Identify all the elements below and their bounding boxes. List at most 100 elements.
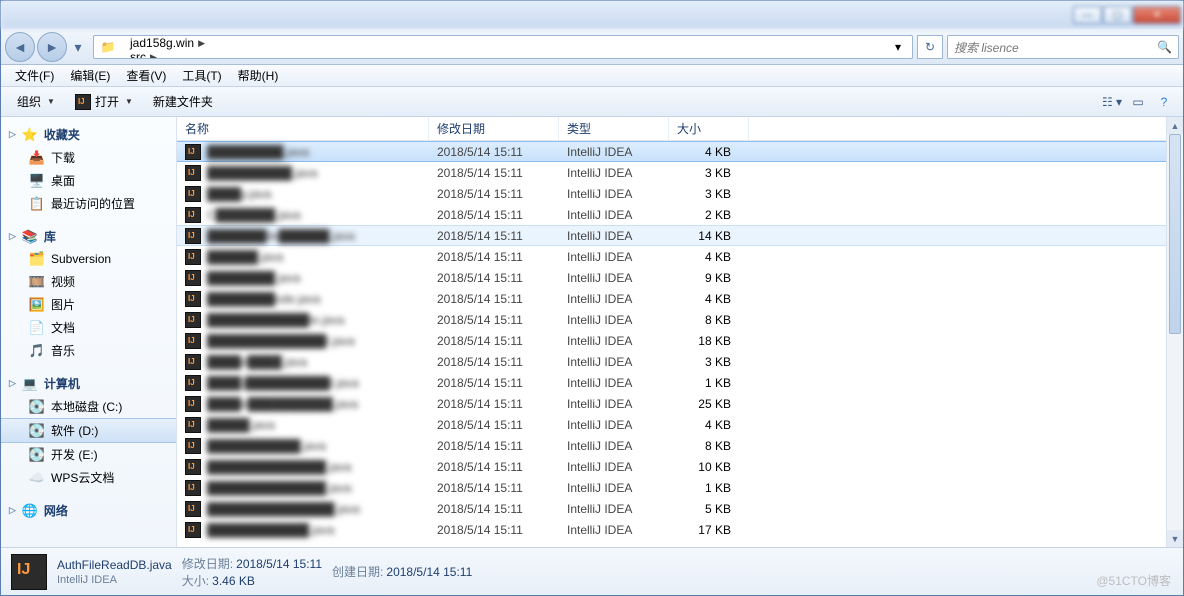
file-size: 9 KB bbox=[669, 271, 749, 285]
file-type: IntelliJ IDEA bbox=[559, 229, 669, 243]
folder-icon: 📁 bbox=[98, 37, 118, 57]
menu-help[interactable]: 帮助(H) bbox=[230, 65, 287, 86]
table-row[interactable]: ██████████.java2018/5/14 15:11IntelliJ I… bbox=[177, 162, 1166, 183]
intellij-icon bbox=[185, 312, 201, 328]
file-size: 3 KB bbox=[669, 166, 749, 180]
back-button[interactable]: ◄ bbox=[5, 32, 35, 62]
refresh-button[interactable]: ↻ bbox=[917, 35, 943, 59]
file-type: IntelliJ IDEA bbox=[559, 502, 669, 516]
new-folder-button[interactable]: 新建文件夹 bbox=[143, 90, 223, 113]
file-type: IntelliJ IDEA bbox=[559, 481, 669, 495]
table-row[interactable]: ████████ode.java2018/5/14 15:11IntelliJ … bbox=[177, 288, 1166, 309]
file-type: IntelliJ IDEA bbox=[559, 355, 669, 369]
menu-tools[interactable]: 工具(T) bbox=[174, 65, 229, 86]
search-placeholder: 搜索 lisence bbox=[954, 39, 1019, 56]
breadcrumb-segment[interactable]: jad158g.win▶ bbox=[122, 36, 211, 50]
table-row[interactable]: C███████.java2018/5/14 15:11IntelliJ IDE… bbox=[177, 204, 1166, 225]
table-row[interactable]: ███████████.java2018/5/14 15:11IntelliJ … bbox=[177, 435, 1166, 456]
table-row[interactable]: ████d████.java2018/5/14 15:11IntelliJ ID… bbox=[177, 351, 1166, 372]
sidebar-item-recent[interactable]: 📋最近访问的位置 bbox=[1, 192, 176, 215]
sidebar-item-downloads[interactable]: 📥下载 bbox=[1, 146, 176, 169]
table-row[interactable]: ████)██████████t.java2018/5/14 15:11Inte… bbox=[177, 372, 1166, 393]
table-row[interactable]: █████.java2018/5/14 15:11IntelliJ IDEA4 … bbox=[177, 414, 1166, 435]
view-options-button[interactable]: ☷ ▾ bbox=[1099, 91, 1125, 113]
table-row[interactable]: ████y.java2018/5/14 15:11IntelliJ IDEA3 … bbox=[177, 183, 1166, 204]
file-name: ████████████te.java bbox=[207, 313, 344, 327]
organize-button[interactable]: 组织▼ bbox=[7, 90, 65, 113]
file-date: 2018/5/14 15:11 bbox=[429, 460, 559, 474]
file-type: IntelliJ IDEA bbox=[559, 250, 669, 264]
menu-file[interactable]: 文件(F) bbox=[7, 65, 62, 86]
breadcrumb-segment[interactable]: src▶ bbox=[122, 50, 211, 59]
file-type: IntelliJ IDEA bbox=[559, 397, 669, 411]
intellij-icon bbox=[185, 480, 201, 496]
file-type: IntelliJ IDEA bbox=[559, 292, 669, 306]
sidebar-item-disk-e[interactable]: 💽开发 (E:) bbox=[1, 443, 176, 466]
file-size: 18 KB bbox=[669, 334, 749, 348]
sidebar-item-disk-d[interactable]: 💽软件 (D:) bbox=[1, 418, 176, 443]
address-dropdown-icon[interactable]: ▾ bbox=[888, 37, 908, 57]
sidebar-libraries[interactable]: ▷📚库 bbox=[1, 225, 176, 248]
scroll-down-icon[interactable]: ▼ bbox=[1167, 530, 1183, 547]
table-row[interactable]: ████e██████████.java2018/5/14 15:11Intel… bbox=[177, 393, 1166, 414]
col-date[interactable]: 修改日期 bbox=[429, 117, 559, 140]
sidebar-favorites[interactable]: ▷⭐收藏夹 bbox=[1, 123, 176, 146]
file-size: 1 KB bbox=[669, 376, 749, 390]
table-row[interactable]: ██████████████.java2018/5/14 15:11Intell… bbox=[177, 456, 1166, 477]
document-icon: 📄 bbox=[29, 320, 45, 336]
intellij-icon bbox=[185, 354, 201, 370]
col-type[interactable]: 类型 bbox=[559, 117, 669, 140]
search-input[interactable]: 搜索 lisence 🔍 bbox=[947, 35, 1179, 59]
sidebar-item-music[interactable]: 🎵音乐 bbox=[1, 339, 176, 362]
table-row[interactable]: ██████████████t.java2018/5/14 15:11Intel… bbox=[177, 330, 1166, 351]
history-dropdown[interactable]: ▾ bbox=[69, 32, 87, 62]
close-button[interactable]: ✕ bbox=[1133, 6, 1181, 24]
menu-edit[interactable]: 编辑(E) bbox=[62, 65, 118, 86]
watermark: @51CTO博客 bbox=[1096, 572, 1171, 589]
sidebar-item-wps[interactable]: ☁️WPS云文档 bbox=[1, 466, 176, 489]
address-bar[interactable]: 📁 计算机▶软件 (D:)▶java▶jad158g.win▶src▶com▶k… bbox=[93, 35, 913, 59]
intellij-icon bbox=[185, 396, 201, 412]
col-size[interactable]: 大小 bbox=[669, 117, 749, 140]
scroll-up-icon[interactable]: ▲ bbox=[1167, 117, 1183, 134]
help-button[interactable]: ? bbox=[1151, 91, 1177, 113]
file-name: ██████████████.java bbox=[207, 460, 351, 474]
file-name: ████e██████████.java bbox=[207, 397, 358, 411]
picture-icon: 🖼️ bbox=[29, 297, 45, 313]
table-row[interactable]: ████████████te.java2018/5/14 15:11Intell… bbox=[177, 309, 1166, 330]
scrollbar-thumb[interactable] bbox=[1169, 134, 1181, 334]
intellij-icon bbox=[185, 144, 201, 160]
file-type: IntelliJ IDEA bbox=[559, 208, 669, 222]
table-row[interactable]: █████████.java2018/5/14 15:11IntelliJ ID… bbox=[177, 141, 1166, 162]
sidebar-item-pictures[interactable]: 🖼️图片 bbox=[1, 293, 176, 316]
forward-button[interactable]: ► bbox=[37, 32, 67, 62]
file-name: ██████████.java bbox=[207, 166, 317, 180]
maximize-button[interactable]: ▢ bbox=[1103, 6, 1132, 24]
vertical-scrollbar[interactable]: ▲ ▼ bbox=[1166, 117, 1183, 547]
table-row[interactable]: ████████████.java2018/5/14 15:11IntelliJ… bbox=[177, 519, 1166, 540]
col-name[interactable]: 名称 bbox=[177, 117, 429, 140]
open-button[interactable]: 打开▼ bbox=[65, 90, 143, 113]
sidebar-item-documents[interactable]: 📄文档 bbox=[1, 316, 176, 339]
sidebar-item-subversion[interactable]: 🗂️Subversion bbox=[1, 248, 176, 270]
intellij-icon bbox=[185, 186, 201, 202]
sidebar-item-videos[interactable]: 🎞️视频 bbox=[1, 270, 176, 293]
file-type: IntelliJ IDEA bbox=[559, 187, 669, 201]
sidebar-network[interactable]: ▷🌐网络 bbox=[1, 499, 176, 522]
table-row[interactable]: ████████.java2018/5/14 15:11IntelliJ IDE… bbox=[177, 267, 1166, 288]
minimize-button[interactable]: — bbox=[1073, 6, 1102, 24]
file-name: █████.java bbox=[207, 418, 275, 432]
sidebar-item-disk-c[interactable]: 💽本地磁盘 (C:) bbox=[1, 395, 176, 418]
sidebar-item-desktop[interactable]: 🖥️桌面 bbox=[1, 169, 176, 192]
table-row[interactable]: ██████████████.java2018/5/14 15:11Intell… bbox=[177, 477, 1166, 498]
table-row[interactable]: ███████ile██████.java2018/5/14 15:11Inte… bbox=[177, 225, 1166, 246]
preview-pane-button[interactable]: ▭ bbox=[1125, 91, 1151, 113]
sidebar-computer[interactable]: ▷💻计算机 bbox=[1, 372, 176, 395]
table-row[interactable]: ███████████████.java2018/5/14 15:11Intel… bbox=[177, 498, 1166, 519]
file-size: 2 KB bbox=[669, 208, 749, 222]
intellij-icon bbox=[185, 333, 201, 349]
file-name: █████████.java bbox=[207, 145, 309, 159]
intellij-icon bbox=[185, 249, 201, 265]
table-row[interactable]: ██████.java2018/5/14 15:11IntelliJ IDEA4… bbox=[177, 246, 1166, 267]
menu-view[interactable]: 查看(V) bbox=[118, 65, 174, 86]
